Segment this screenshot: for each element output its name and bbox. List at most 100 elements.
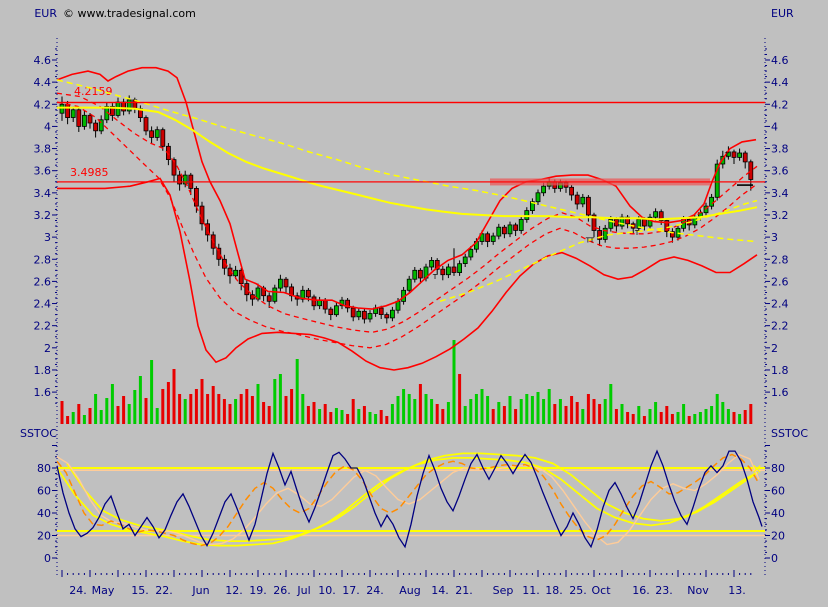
- volume-bar: [452, 340, 456, 424]
- candle-down: [143, 117, 149, 132]
- sstoc-tick-label-left: 40: [37, 507, 51, 520]
- volume-bar: [217, 394, 221, 424]
- volume-bar: [194, 389, 198, 424]
- date-label: 18.: [545, 584, 563, 597]
- price-tick-label-right: 2.4: [771, 298, 789, 311]
- volume-bar: [155, 408, 159, 424]
- date-label: 12.: [225, 584, 243, 597]
- price-tick-label-left: 4: [44, 120, 51, 133]
- candle-down: [485, 233, 491, 242]
- date-label: 17.: [342, 584, 360, 597]
- volume-bar: [614, 409, 618, 424]
- volume-bar: [693, 414, 697, 424]
- candle-up: [59, 103, 65, 114]
- volume-bar: [670, 414, 674, 424]
- candle-down: [311, 296, 317, 307]
- volume-bar: [458, 374, 462, 424]
- price-tick-label-left: 3: [44, 231, 51, 244]
- candle-up: [317, 299, 323, 307]
- sstoc-chart[interactable]: ×: [56, 449, 765, 549]
- volume-bar: [206, 394, 210, 424]
- candle-down: [742, 152, 748, 163]
- volume-bar: [71, 412, 75, 424]
- volume-bar: [228, 404, 232, 424]
- price-tick-label-left: 1.8: [34, 364, 52, 377]
- volume-bar: [127, 404, 131, 424]
- volume-bar: [110, 384, 114, 424]
- sstoc-tick-label-left: 0: [44, 552, 51, 565]
- volume-bar: [592, 399, 596, 424]
- price-tick-label-right: 4: [771, 120, 778, 133]
- volume-bar: [122, 396, 126, 424]
- date-label: 19.: [249, 584, 267, 597]
- candle-down: [328, 308, 334, 316]
- volume-bar: [558, 399, 562, 424]
- volume-bar: [609, 384, 613, 424]
- price-tick-label-left: 2: [44, 342, 51, 355]
- volume-bar: [262, 402, 266, 424]
- candle-up: [70, 109, 76, 118]
- price-tick-label-right: 3.8: [771, 143, 789, 156]
- date-label: Aug: [399, 584, 420, 597]
- volume-bar: [474, 394, 478, 424]
- date-label: Jun: [191, 584, 209, 597]
- volume-bar: [743, 410, 747, 424]
- candle-down: [249, 294, 255, 300]
- candle-up: [367, 313, 373, 320]
- candle-up: [541, 185, 546, 194]
- price-tick-label-right: 3: [771, 231, 778, 244]
- candle-up: [389, 309, 395, 319]
- volume-bar: [659, 412, 663, 424]
- volume-bar: [150, 360, 154, 424]
- volume-bar: [542, 399, 546, 424]
- volume-bar: [642, 416, 646, 424]
- price-tick-label-right: 2.8: [771, 253, 789, 266]
- price-tick-label-right: 2: [771, 342, 778, 355]
- volume-bar: [166, 382, 170, 424]
- volume-bar: [469, 399, 473, 424]
- volume-bar: [441, 409, 445, 424]
- volume-bar: [514, 409, 518, 424]
- x-marker: ×: [752, 462, 763, 477]
- volume-bar: [234, 399, 238, 424]
- price-tick-label-left: 1.6: [34, 386, 52, 399]
- candle-down: [87, 114, 93, 124]
- candle-down: [65, 103, 70, 119]
- volume-bar: [329, 412, 333, 424]
- candle-up: [333, 305, 339, 316]
- price-tick-label-left: 2.6: [34, 275, 52, 288]
- candle-up: [524, 210, 530, 220]
- volume-bar: [351, 399, 355, 424]
- price-tick-label-right: 3.6: [771, 165, 789, 178]
- volume-bar: [430, 399, 434, 424]
- price-tick-label-left: 3.6: [34, 165, 52, 178]
- volume-bar: [357, 409, 361, 424]
- price-tick-label-left: 2.2: [34, 320, 52, 333]
- volume-bar: [435, 404, 439, 424]
- volume-bar: [346, 414, 350, 424]
- volume-bar: [575, 402, 579, 424]
- event-marker: T: [432, 273, 438, 281]
- volume-bar: [710, 406, 714, 424]
- volume-bar: [631, 414, 635, 424]
- volume-bar: [105, 398, 109, 424]
- volume-bar: [637, 406, 641, 424]
- volume-bar: [525, 394, 529, 424]
- candle-down: [501, 226, 507, 235]
- candle-down: [569, 186, 574, 196]
- candle-up: [496, 226, 502, 237]
- volume-bar: [172, 369, 176, 424]
- volume-bar: [133, 390, 137, 424]
- chart-canvas[interactable]: 4.6 4.6 4.4 4.4 4.2 4.2 4 4 3.8 3.8 3.6 3.6 3.4 3.4 3.…: [0, 0, 828, 607]
- price-tick-label-right: 3.2: [771, 209, 789, 222]
- candle-down: [451, 266, 457, 273]
- sstoc-tick-label-right: 40: [771, 507, 785, 520]
- volume-bar: [407, 394, 411, 424]
- volume-bar: [178, 394, 182, 424]
- volume-bar: [682, 404, 686, 424]
- volume-bar: [138, 376, 142, 424]
- volume-bar: [508, 396, 512, 424]
- volume-bar: [301, 394, 305, 424]
- volume-bar: [273, 379, 277, 424]
- candle-down: [93, 122, 98, 132]
